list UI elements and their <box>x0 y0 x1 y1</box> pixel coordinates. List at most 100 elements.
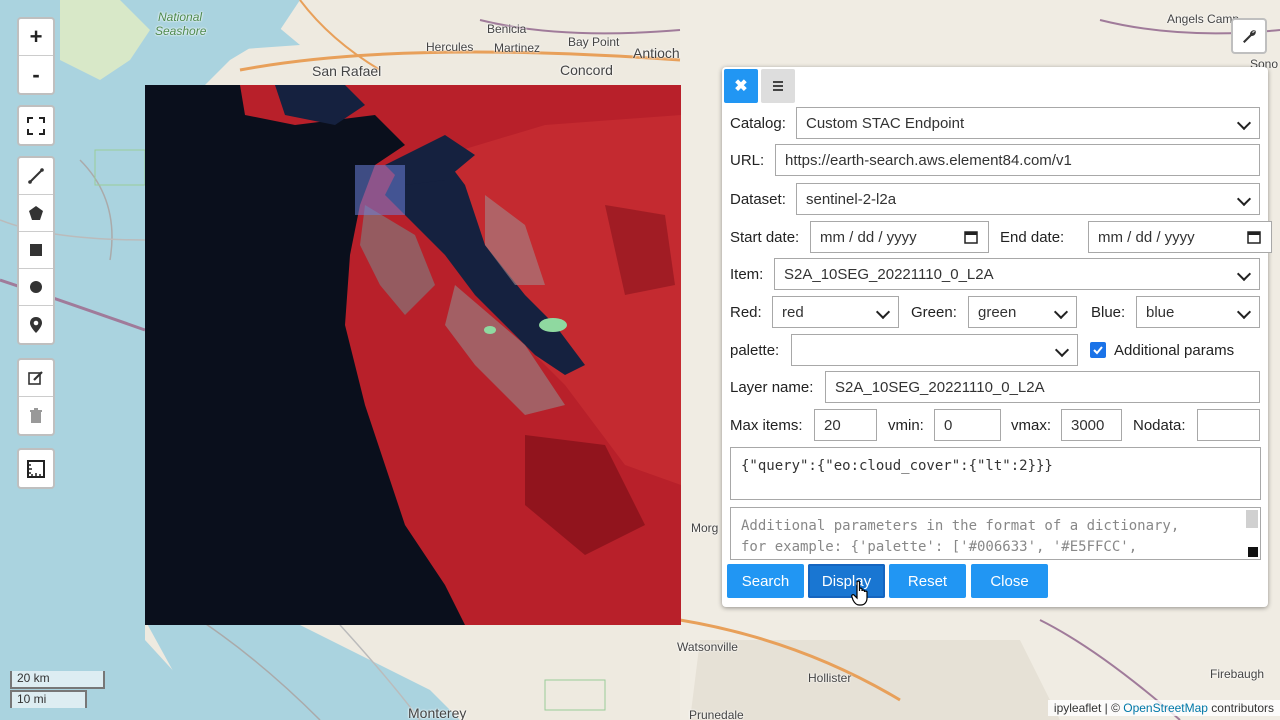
edit-toolbar <box>17 358 55 436</box>
end-date-input[interactable]: mm / dd / yyyy <box>1088 221 1272 253</box>
display-button[interactable]: Display <box>808 564 885 598</box>
start-date-label: Start date: <box>730 228 800 246</box>
draw-circle-button[interactable] <box>19 269 53 306</box>
panel-menu-toggle[interactable] <box>761 69 795 103</box>
vmin-input[interactable]: 0 <box>934 409 1001 441</box>
delete-layers-button[interactable] <box>19 397 53 434</box>
fullscreen-control <box>17 105 55 146</box>
draw-toolbar <box>17 156 55 345</box>
nodata-input[interactable] <box>1197 409 1260 441</box>
scale-bar-mi: 10 mi <box>10 690 87 708</box>
green-band-label: Green: <box>911 303 957 321</box>
ruler-icon <box>27 459 45 478</box>
url-input[interactable]: https://earth-search.aws.element84.com/v… <box>775 144 1260 176</box>
map-label-angels-camp: Angels Camp <box>1167 12 1240 26</box>
params-row: Max items: 20 vmin: 0 vmax: 3000 Nodata: <box>730 409 1260 441</box>
textarea-resize-handle[interactable] <box>1248 547 1258 557</box>
nodata-label: Nodata: <box>1133 416 1186 434</box>
layer-name-input[interactable]: S2A_10SEG_20221110_0_L2A <box>825 371 1260 403</box>
item-label: Item: <box>730 265 764 283</box>
map-label-hollister: Hollister <box>808 671 852 685</box>
calendar-icon[interactable] <box>1247 230 1261 244</box>
catalog-select[interactable]: Custom STAC Endpoint <box>796 107 1260 139</box>
palette-select[interactable] <box>791 334 1078 366</box>
map-label-morgan: Morg <box>691 521 719 535</box>
map-label-san-rafael: San Rafael <box>312 63 382 79</box>
params-placeholder-line-2: for example: {'palette': ['#006633', '#E… <box>741 539 1138 555</box>
map-label-antioch: Antioch <box>633 45 680 61</box>
additional-params-toggle[interactable]: Additional params <box>1090 342 1234 359</box>
reset-button[interactable]: Reset <box>889 564 966 598</box>
query-textarea[interactable]: {"query":{"eo:cloud_cover":{"lt":2}}} <box>730 447 1261 500</box>
max-items-input[interactable]: 20 <box>814 409 877 441</box>
band-row: Red: red Green: green Blue: blue <box>730 296 1260 328</box>
textarea-scrollbar[interactable] <box>1246 510 1258 528</box>
start-date-input[interactable]: mm / dd / yyyy <box>810 221 989 253</box>
map-label-martinez: Martinez <box>494 41 541 55</box>
map-attribution: ipyleaflet | © OpenStreetMap contributor… <box>1047 700 1280 716</box>
url-label: URL: <box>730 151 765 169</box>
dataset-select[interactable]: sentinel-2-l2a <box>796 183 1260 215</box>
additional-params-label: Additional params <box>1114 341 1235 359</box>
close-icon: ✖ <box>734 78 748 95</box>
date-row: Start date: mm / dd / yyyy End date: mm … <box>730 221 1272 253</box>
draw-polyline-button[interactable] <box>19 158 53 195</box>
layer-name-row: Layer name: S2A_10SEG_20221110_0_L2A <box>730 371 1260 403</box>
item-select[interactable]: S2A_10SEG_20221110_0_L2A <box>774 258 1260 290</box>
red-band-select[interactable]: red <box>772 296 899 328</box>
map-label-watsonville: Watsonville <box>677 640 738 654</box>
query-text: {"query":{"eo:cloud_cover":{"lt":2}}} <box>741 458 1053 474</box>
vmax-label: vmax: <box>1011 416 1052 434</box>
hand-cursor-icon <box>851 580 868 606</box>
polygon-icon <box>29 206 43 220</box>
fullscreen-button[interactable] <box>19 107 53 144</box>
scale-bar-km: 20 km <box>10 671 105 689</box>
item-row: Item: S2A_10SEG_20221110_0_L2A <box>730 258 1260 290</box>
polyline-icon <box>28 168 44 184</box>
vmin-label: vmin: <box>888 416 924 434</box>
additional-params-checkbox[interactable] <box>1090 342 1106 358</box>
start-date-placeholder: mm / dd / yyyy <box>820 228 917 246</box>
map-label-prunedale: Prunedale <box>689 708 744 720</box>
draw-rectangle-button[interactable] <box>19 232 53 269</box>
draw-polygon-button[interactable] <box>19 195 53 232</box>
map-label-benicia: Benicia <box>487 22 527 36</box>
red-band-label: Red: <box>730 303 762 321</box>
close-button[interactable]: Close <box>971 564 1048 598</box>
additional-params-textarea[interactable]: Additional parameters in the format of a… <box>730 507 1261 560</box>
rectangle-icon <box>30 244 42 256</box>
checkmark-icon <box>1093 346 1103 355</box>
trash-icon <box>30 407 42 423</box>
zoom-out-button[interactable]: - <box>19 56 53 93</box>
vmax-input[interactable]: 3000 <box>1061 409 1122 441</box>
blue-band-label: Blue: <box>1091 303 1126 321</box>
edit-icon <box>28 371 43 385</box>
end-date-placeholder: mm / dd / yyyy <box>1098 228 1195 246</box>
stac-search-panel: ✖ Catalog: Custom STAC Endpoint URL: htt… <box>722 67 1272 607</box>
measure-button[interactable] <box>19 450 53 487</box>
fullscreen-icon <box>27 116 45 135</box>
search-button[interactable]: Search <box>727 564 804 598</box>
panel-close-toggle[interactable]: ✖ <box>724 69 758 103</box>
calendar-icon[interactable] <box>964 230 978 244</box>
map-label-hercules: Hercules <box>426 40 474 54</box>
measure-control <box>17 448 55 489</box>
zoom-in-button[interactable]: + <box>19 19 53 56</box>
map-label-monterey: Monterey <box>408 705 467 720</box>
end-date-label: End date: <box>1000 228 1065 246</box>
dataset-row: Dataset: sentinel-2-l2a <box>730 183 1260 215</box>
marker-icon <box>30 316 42 333</box>
blue-band-select[interactable]: blue <box>1136 296 1260 328</box>
layer-name-label: Layer name: <box>730 378 814 396</box>
palette-row: palette: Additional params <box>730 334 1234 366</box>
edit-layers-button[interactable] <box>19 360 53 397</box>
toolbar-toggle-button[interactable] <box>1231 18 1267 54</box>
satellite-image-layer <box>145 85 681 625</box>
palette-label: palette: <box>730 341 780 359</box>
green-band-select[interactable]: green <box>968 296 1077 328</box>
url-row: URL: https://earth-search.aws.element84.… <box>730 144 1260 176</box>
catalog-row: Catalog: Custom STAC Endpoint <box>730 107 1260 139</box>
attribution-osm-link[interactable]: OpenStreetMap <box>1123 701 1208 715</box>
draw-marker-button[interactable] <box>19 306 53 343</box>
map-label-bay-point: Bay Point <box>568 35 620 49</box>
